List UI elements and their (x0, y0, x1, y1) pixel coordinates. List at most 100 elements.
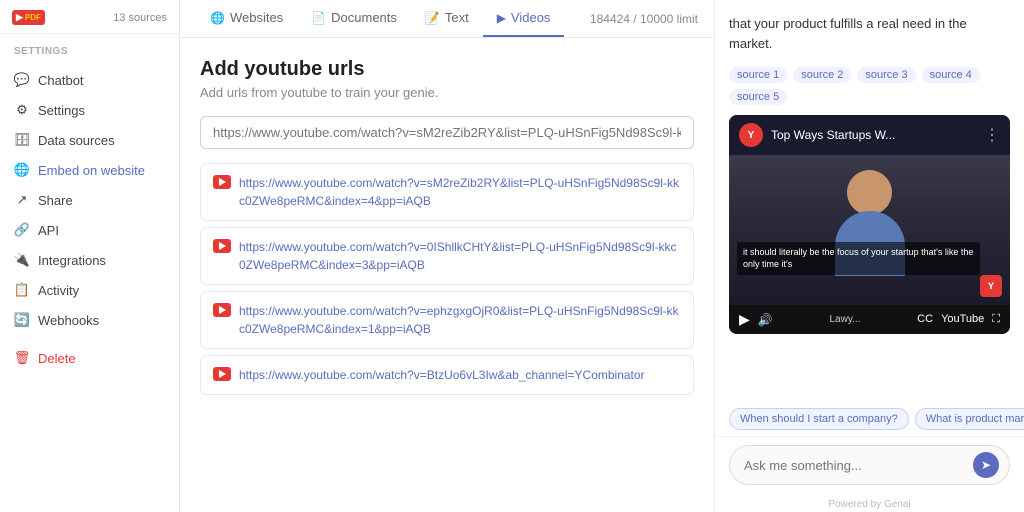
source-links: source 1 source 2 source 3 source 4 sour… (729, 67, 1010, 105)
subtitles-button[interactable]: CC (917, 313, 933, 326)
url-text[interactable]: https://www.youtube.com/watch?v=sM2reZib… (239, 174, 681, 210)
sidebar-delete-label: Delete (38, 351, 76, 366)
youtube-icon (213, 239, 231, 253)
video-title-area: Y Top Ways Startups W... (739, 123, 895, 147)
sidebar-item-label: Share (38, 193, 73, 208)
url-input-container (200, 116, 694, 149)
source-link-3[interactable]: source 3 (857, 67, 915, 83)
sidebar-item-share[interactable]: ↗ Share (0, 185, 179, 215)
youtube-label: YouTube (941, 313, 984, 326)
chat-panel: that your product fulfills a real need i… (714, 0, 1024, 512)
source-link-4[interactable]: source 4 (922, 67, 980, 83)
documents-tab-icon: 📄 (311, 11, 326, 25)
volume-button[interactable]: 🔊 (758, 313, 773, 327)
text-tab-icon: 📝 (425, 11, 440, 25)
delete-icon: 🗑 (14, 350, 30, 366)
list-item: https://www.youtube.com/watch?v=sM2reZib… (200, 163, 694, 221)
youtube-icon (213, 367, 231, 381)
tab-websites[interactable]: 🌐 Websites (196, 0, 297, 37)
page-title: Add youtube urls (200, 58, 694, 81)
video-controls: ▶ 🔊 Lawy... CC YouTube ⛶ (729, 305, 1010, 334)
websites-tab-icon: 🌐 (210, 11, 225, 25)
sidebar-item-label: Chatbot (38, 73, 84, 88)
embed-icon: 🌐 (14, 162, 30, 178)
sidebar-item-data-sources[interactable]: 🗄 Data sources (0, 125, 179, 155)
video-container: Y Top Ways Startups W... ⋮ it should lit… (729, 115, 1010, 334)
url-text[interactable]: https://www.youtube.com/watch?v=BtzUo6vL… (239, 366, 645, 384)
sidebar-item-label: Embed on website (38, 163, 145, 178)
main-content: 🌐 Websites 📄 Documents 📝 Text ▶ Videos 1… (180, 0, 714, 512)
yt-watermark: Y (980, 275, 1002, 297)
page-subtitle: Add urls from youtube to train your geni… (200, 85, 694, 100)
list-item: https://www.youtube.com/watch?v=BtzUo6vL… (200, 355, 694, 395)
sidebar-item-embed[interactable]: 🌐 Embed on website (0, 155, 179, 185)
sidebar-item-settings[interactable]: ⚙ Settings (0, 95, 179, 125)
list-item: https://www.youtube.com/watch?v=ephzgxgO… (200, 291, 694, 349)
tab-videos[interactable]: ▶ Videos (483, 0, 565, 37)
source-link-1[interactable]: source 1 (729, 67, 787, 83)
chat-input-row: ➤ (729, 445, 1010, 485)
videos-tab-icon: ▶ (497, 11, 506, 25)
play-button[interactable]: ▶ (739, 311, 750, 328)
video-overlay-text: it should literally be the focus of your… (737, 242, 980, 275)
tabs-limit: 184424 / 10000 limit (590, 12, 698, 26)
sidebar-item-integrations[interactable]: 🔌 Integrations (0, 245, 179, 275)
sidebar-item-activity[interactable]: 📋 Activity (0, 275, 179, 305)
sidebar-item-label: Integrations (38, 253, 106, 268)
sidebar-item-chatbot[interactable]: 💬 Chatbot (0, 65, 179, 95)
url-text[interactable]: https://www.youtube.com/watch?v=ephzgxgO… (239, 302, 681, 338)
sidebar: ▶PDF 13 sources SETTINGS 💬 Chatbot ⚙ Set… (0, 0, 180, 512)
tab-documents[interactable]: 📄 Documents (297, 0, 411, 37)
sidebar-item-label: Activity (38, 283, 79, 298)
controls-right: CC YouTube ⛶ (917, 313, 1000, 326)
sidebar-logo: ▶PDF (12, 10, 45, 25)
settings-section-label: SETTINGS (0, 34, 179, 61)
suggestion-chips: When should I start a company? What is p… (715, 402, 1024, 436)
sidebar-item-label: Webhooks (38, 313, 99, 328)
channel-name: Lawy... (829, 314, 860, 325)
sidebar-item-label: API (38, 223, 59, 238)
source-link-2[interactable]: source 2 (793, 67, 851, 83)
video-more-button[interactable]: ⋮ (984, 125, 1000, 145)
source-link-5[interactable]: source 5 (729, 89, 787, 105)
youtube-icon (213, 175, 231, 189)
logo-badge: ▶PDF (12, 10, 45, 25)
chat-input[interactable] (744, 458, 973, 473)
sidebar-item-webhooks[interactable]: 🔄 Webhooks (0, 305, 179, 335)
url-text[interactable]: https://www.youtube.com/watch?v=0IShllkC… (239, 238, 681, 274)
chat-message: that your product fulfills a real need i… (729, 14, 1010, 53)
video-header: Y Top Ways Startups W... ⋮ (729, 115, 1010, 155)
sidebar-item-label: Settings (38, 103, 85, 118)
webhooks-icon: 🔄 (14, 312, 30, 328)
sidebar-item-api[interactable]: 🔗 API (0, 215, 179, 245)
suggestion-chip-2[interactable]: What is product market f (915, 408, 1024, 430)
suggestion-chip-1[interactable]: When should I start a company? (729, 408, 909, 430)
sidebar-header: ▶PDF 13 sources (0, 0, 179, 34)
video-person (729, 155, 1010, 305)
page-body: Add youtube urls Add urls from youtube t… (180, 38, 714, 512)
powered-by: Powered by Genai (715, 495, 1024, 512)
tab-text[interactable]: 📝 Text (411, 0, 483, 37)
chat-input-area: ➤ (715, 436, 1024, 495)
sidebar-nav: 💬 Chatbot ⚙ Settings 🗄 Data sources 🌐 Em… (0, 61, 179, 512)
chatbot-icon: 💬 (14, 72, 30, 88)
sidebar-item-label: Data sources (38, 133, 115, 148)
integrations-icon: 🔌 (14, 252, 30, 268)
settings-icon: ⚙ (14, 102, 30, 118)
tabs-bar: 🌐 Websites 📄 Documents 📝 Text ▶ Videos 1… (180, 0, 714, 38)
controls-left: ▶ 🔊 (739, 311, 773, 328)
tabs-list: 🌐 Websites 📄 Documents 📝 Text ▶ Videos (196, 0, 564, 37)
video-thumbnail[interactable]: it should literally be the focus of your… (729, 155, 1010, 305)
data-sources-icon: 🗄 (14, 132, 30, 148)
sources-count: 13 sources (113, 12, 167, 24)
url-input[interactable] (213, 125, 681, 140)
list-item: https://www.youtube.com/watch?v=0IShllkC… (200, 227, 694, 285)
api-icon: 🔗 (14, 222, 30, 238)
send-button[interactable]: ➤ (973, 452, 999, 478)
activity-icon: 📋 (14, 282, 30, 298)
person-head (847, 170, 892, 215)
chat-body: that your product fulfills a real need i… (715, 0, 1024, 402)
fullscreen-button[interactable]: ⛶ (992, 313, 1000, 326)
sidebar-item-delete[interactable]: 🗑 Delete (0, 343, 179, 373)
youtube-icon (213, 303, 231, 317)
